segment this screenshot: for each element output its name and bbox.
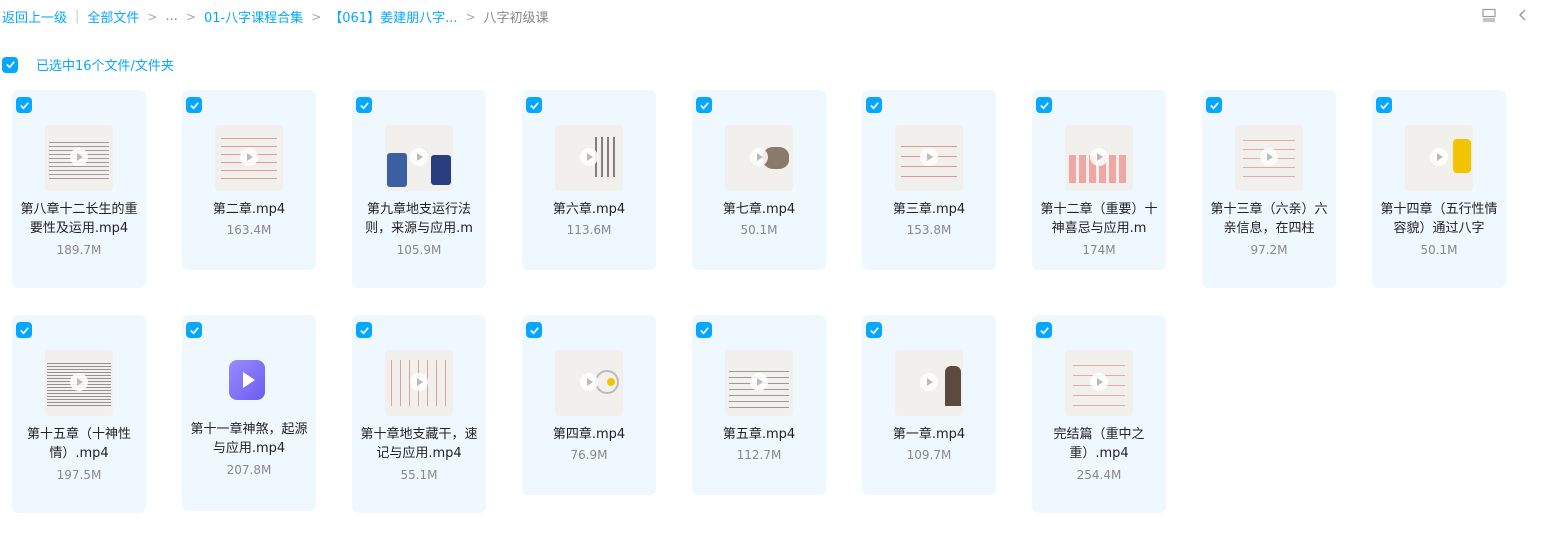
video-file-icon <box>228 358 266 402</box>
file-card[interactable]: 第八章十二长生的重要性及运用.mp4 189.7M <box>12 90 146 288</box>
file-size: 76.9M <box>570 448 608 462</box>
file-card[interactable]: 第三章.mp4 153.8M <box>862 90 996 270</box>
file-name: 第十二章（重要）十神喜忌与应用.m <box>1040 202 1158 236</box>
file-checkbox[interactable] <box>866 322 882 338</box>
file-checkbox[interactable] <box>526 322 542 338</box>
file-card[interactable]: 第七章.mp4 50.1M <box>692 90 826 270</box>
video-thumbnail <box>45 350 113 416</box>
chevron-left-icon[interactable] <box>1515 7 1531 23</box>
chevron-right-icon: > <box>311 9 322 24</box>
file-card[interactable]: 第六章.mp4 113.6M <box>522 90 656 270</box>
video-thumbnail <box>385 125 453 191</box>
top-icons <box>1481 7 1531 23</box>
video-thumbnail <box>385 350 453 416</box>
file-card[interactable]: 第十一章神煞，起源与应用.mp4 207.8M <box>182 315 316 511</box>
file-size: 113.6M <box>566 223 612 237</box>
back-link[interactable]: 返回上一级 <box>2 7 67 26</box>
file-size: 112.7M <box>736 448 782 462</box>
file-name: 第四章.mp4 <box>552 427 626 442</box>
chevron-right-icon: > <box>147 9 158 24</box>
file-checkbox[interactable] <box>356 97 372 113</box>
file-name: 第九章地支运行法则，来源与应用.m <box>365 202 473 236</box>
file-checkbox[interactable] <box>696 322 712 338</box>
video-thumbnail <box>555 125 623 191</box>
breadcrumb-level2[interactable]: 【061】姜建朋八字... <box>329 7 457 26</box>
file-size: 163.4M <box>226 223 272 237</box>
chevron-right-icon: > <box>185 9 196 24</box>
video-thumbnail <box>215 125 283 191</box>
video-thumbnail <box>555 350 623 416</box>
file-name: 第二章.mp4 <box>212 202 286 217</box>
file-size: 174M <box>1082 243 1116 257</box>
file-checkbox[interactable] <box>1036 322 1052 338</box>
video-thumbnail <box>725 125 793 191</box>
file-card[interactable]: 第十二章（重要）十神喜忌与应用.m 174M <box>1032 90 1166 270</box>
file-size: 197.5M <box>56 468 102 482</box>
top-bar: 返回上一级 | 全部文件 > ... > 01-八字课程合集 > 【061】姜建… <box>0 0 1541 32</box>
file-card[interactable]: 第一章.mp4 109.7M <box>862 315 996 495</box>
file-size: 97.2M <box>1250 243 1288 257</box>
file-name: 第十一章神煞，起源与应用.mp4 <box>190 422 308 456</box>
file-card[interactable]: 第九章地支运行法则，来源与应用.m 105.9M <box>352 90 486 288</box>
video-thumbnail <box>1065 125 1133 191</box>
breadcrumb-level1[interactable]: 01-八字课程合集 <box>204 7 303 26</box>
file-checkbox[interactable] <box>16 97 32 113</box>
file-name: 第十四章（五行性情容貌）通过八字 <box>1380 202 1498 236</box>
video-thumbnail <box>895 350 963 416</box>
file-name: 第十五章（十神性情）.mp4 <box>26 427 131 461</box>
file-card[interactable]: 第二章.mp4 163.4M <box>182 90 316 270</box>
video-thumbnail <box>45 125 113 191</box>
file-size: 254.4M <box>1076 468 1122 482</box>
file-name: 第三章.mp4 <box>892 202 966 217</box>
list-view-icon[interactable] <box>1481 7 1497 23</box>
file-size: 50.1M <box>740 223 778 237</box>
select-all-checkbox[interactable] <box>2 56 18 73</box>
file-size: 153.8M <box>906 223 952 237</box>
file-card[interactable]: 第四章.mp4 76.9M <box>522 315 656 495</box>
file-checkbox[interactable] <box>356 322 372 338</box>
file-checkbox[interactable] <box>1036 97 1052 113</box>
file-checkbox[interactable] <box>866 97 882 113</box>
file-name: 第十章地支藏干，速记与应用.mp4 <box>360 427 478 461</box>
file-name: 第六章.mp4 <box>552 202 626 217</box>
file-card[interactable]: 第十三章（六亲）六亲信息，在四柱 97.2M <box>1202 90 1336 288</box>
file-checkbox[interactable] <box>526 97 542 113</box>
file-name: 第十三章（六亲）六亲信息，在四柱 <box>1210 202 1328 236</box>
breadcrumb-ellipsis[interactable]: ... <box>165 9 177 24</box>
chevron-right-icon: > <box>465 9 476 24</box>
video-thumbnail <box>1405 125 1473 191</box>
file-name: 完结篇（重中之重）.mp4 <box>1053 427 1145 461</box>
file-name: 第五章.mp4 <box>722 427 796 442</box>
breadcrumb-current: 八字初级课 <box>483 11 549 26</box>
file-checkbox[interactable] <box>696 97 712 113</box>
file-size: 50.1M <box>1420 243 1458 257</box>
file-name: 第八章十二长生的重要性及运用.mp4 <box>20 202 138 236</box>
file-size: 55.1M <box>400 468 438 482</box>
file-card[interactable]: 第五章.mp4 112.7M <box>692 315 826 495</box>
file-size: 189.7M <box>56 243 102 257</box>
file-size: 207.8M <box>226 463 272 477</box>
file-card[interactable]: 第十四章（五行性情容貌）通过八字 50.1M <box>1372 90 1506 288</box>
breadcrumb-all-files[interactable]: 全部文件 <box>87 7 139 26</box>
file-size: 109.7M <box>906 448 952 462</box>
selection-count: 已选中16个文件/文件夹 <box>36 59 174 74</box>
file-checkbox[interactable] <box>1206 97 1222 113</box>
file-checkbox[interactable] <box>1376 97 1392 113</box>
video-thumbnail <box>1065 350 1133 416</box>
file-checkbox[interactable] <box>186 322 202 338</box>
file-name: 第一章.mp4 <box>892 427 966 442</box>
file-size: 105.9M <box>396 243 442 257</box>
video-thumbnail <box>1235 125 1303 191</box>
file-card[interactable]: 完结篇（重中之重）.mp4 254.4M <box>1032 315 1166 513</box>
breadcrumb-divider: | <box>75 9 80 24</box>
file-checkbox[interactable] <box>186 97 202 113</box>
breadcrumb: 返回上一级 | 全部文件 > ... > 01-八字课程合集 > 【061】姜建… <box>2 7 549 26</box>
video-thumbnail <box>895 125 963 191</box>
file-checkbox[interactable] <box>16 322 32 338</box>
file-card[interactable]: 第十章地支藏干，速记与应用.mp4 55.1M <box>352 315 486 513</box>
file-name: 第七章.mp4 <box>722 202 796 217</box>
file-card[interactable]: 第十五章（十神性情）.mp4 197.5M <box>12 315 146 513</box>
select-all-row: 已选中16个文件/文件夹 <box>2 55 174 74</box>
video-thumbnail <box>725 350 793 416</box>
